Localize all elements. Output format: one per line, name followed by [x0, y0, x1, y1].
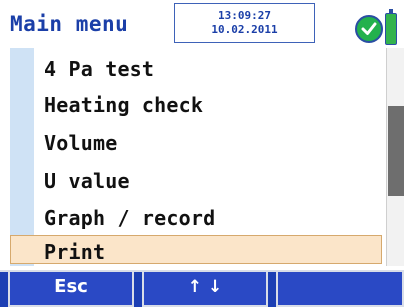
clock-panel: 13:09:27 10.02.2011 — [174, 3, 315, 43]
battery-icon — [385, 9, 397, 45]
clock-time: 13:09:27 — [218, 9, 271, 22]
scroll-thumb[interactable] — [388, 106, 404, 196]
page-title: Main menu — [10, 12, 129, 36]
clock-date: 10.02.2011 — [211, 23, 278, 36]
scrollbar[interactable] — [386, 48, 404, 266]
menu-item-u-value[interactable]: U value — [44, 169, 130, 193]
menu-item-graph-record[interactable]: Graph / record — [44, 206, 215, 230]
menu-item-4pa-test[interactable]: 4 Pa test — [44, 57, 154, 81]
menu-left-strip — [10, 48, 34, 266]
checkmark-icon — [361, 22, 377, 35]
menu-item-print[interactable]: Print — [44, 240, 105, 264]
checkmark-ok-icon — [355, 15, 383, 43]
up-down-softkey[interactable]: ↑ ↓ — [142, 270, 268, 307]
esc-softkey[interactable]: Esc — [8, 270, 134, 307]
menu-item-volume[interactable]: Volume — [44, 131, 117, 155]
menu-item-heating-check[interactable]: Heating check — [44, 93, 203, 117]
right-softkey[interactable] — [276, 270, 404, 307]
